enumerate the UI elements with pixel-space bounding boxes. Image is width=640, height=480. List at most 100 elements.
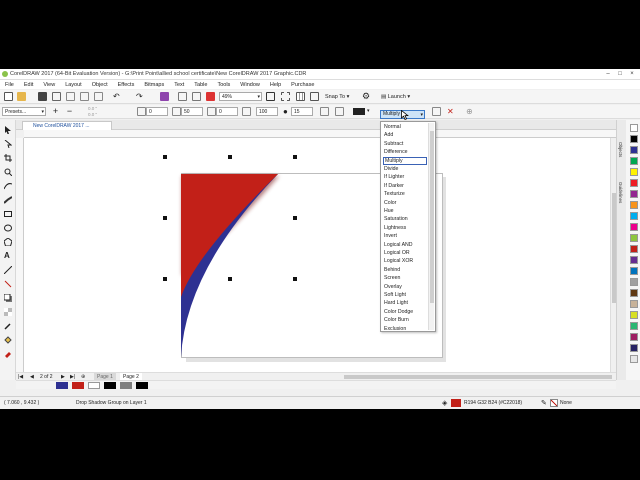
palette-swatch[interactable] — [630, 355, 638, 363]
open-folder-icon[interactable] — [17, 92, 26, 101]
add-preset-icon[interactable]: + — [51, 107, 60, 116]
gear-icon[interactable]: ⚙ — [362, 92, 371, 101]
shadow-fade-input[interactable]: 15 — [291, 107, 313, 116]
menu-object[interactable]: Object — [87, 82, 113, 88]
menu-window[interactable]: Window — [235, 82, 265, 88]
document-palette-swatch[interactable] — [56, 382, 68, 389]
artwork[interactable] — [176, 169, 286, 359]
print-icon[interactable] — [52, 92, 61, 101]
blend-mode-option-logical-xor[interactable]: Logical XOR — [383, 257, 427, 265]
remove-preset-icon[interactable]: − — [65, 107, 74, 116]
document-palette-swatch[interactable] — [104, 382, 116, 389]
blend-mode-option-logical-or[interactable]: Logical OR — [383, 249, 427, 257]
palette-swatch[interactable] — [630, 168, 638, 176]
palette-swatch[interactable] — [630, 223, 638, 231]
show-grid-icon[interactable] — [296, 92, 305, 101]
guidelines-docker-tab[interactable]: Guidelines — [618, 182, 623, 203]
blend-mode-option-color[interactable]: Color — [383, 199, 427, 207]
blend-mode-option-screen[interactable]: Screen — [383, 274, 427, 282]
show-guidelines-icon[interactable] — [310, 92, 319, 101]
close-button[interactable]: × — [626, 69, 638, 80]
menu-table[interactable]: Table — [189, 82, 212, 88]
blend-mode-option-lightness[interactable]: Lightness — [383, 224, 427, 232]
corel-connect-icon[interactable] — [160, 92, 169, 101]
menu-purchase[interactable]: Purchase — [286, 82, 319, 88]
shadow-angle-input[interactable]: 0 — [146, 107, 168, 116]
smart-fill-icon[interactable] — [4, 350, 12, 358]
palette-swatch[interactable] — [630, 278, 638, 286]
feather-direction-icon[interactable] — [242, 107, 251, 116]
horizontal-ruler[interactable] — [24, 130, 616, 138]
minimize-button[interactable]: – — [602, 69, 614, 80]
palette-swatch[interactable] — [630, 135, 638, 143]
blend-mode-option-normal[interactable]: Normal — [383, 123, 427, 131]
redo-icon[interactable]: ↷ — [136, 92, 145, 101]
palette-swatch[interactable] — [630, 289, 638, 297]
blend-mode-option-if-lighter[interactable]: If Lighter — [383, 173, 427, 181]
palette-swatch[interactable] — [630, 333, 638, 341]
text-tool-icon[interactable]: A — [4, 252, 12, 260]
import-icon[interactable] — [178, 92, 187, 101]
blend-mode-option-divide[interactable]: Divide — [383, 165, 427, 173]
menu-edit[interactable]: Edit — [19, 82, 38, 88]
palette-swatch[interactable] — [630, 201, 638, 209]
new-document-icon[interactable] — [4, 92, 13, 101]
blend-mode-option-soft-light[interactable]: Soft Light — [383, 291, 427, 299]
document-palette-swatch[interactable] — [88, 382, 100, 389]
snap-to-dropdown[interactable]: Snap To ▾ — [325, 93, 349, 101]
palette-swatch[interactable] — [630, 344, 638, 352]
menu-help[interactable]: Help — [265, 82, 286, 88]
connector-tool-icon[interactable] — [4, 280, 12, 288]
transparency-tool-icon[interactable] — [4, 308, 12, 316]
palette-swatch[interactable] — [630, 322, 638, 330]
outline-color-swatch[interactable] — [550, 399, 558, 407]
blend-mode-option-saturation[interactable]: Saturation — [383, 215, 427, 223]
undo-icon[interactable]: ↶ — [113, 92, 122, 101]
parallel-dimension-icon[interactable] — [3, 265, 13, 275]
palette-swatch[interactable] — [630, 311, 638, 319]
cut-icon[interactable] — [66, 92, 75, 101]
show-rulers-icon[interactable] — [281, 92, 290, 101]
blend-mode-option-color-dodge[interactable]: Color Dodge — [383, 308, 427, 316]
menu-effects[interactable]: Effects — [113, 82, 140, 88]
dropdown-scroll-thumb[interactable] — [430, 131, 434, 303]
export-icon[interactable] — [192, 92, 201, 101]
menu-bitmaps[interactable]: Bitmaps — [139, 82, 169, 88]
rectangle-tool-icon[interactable] — [4, 210, 12, 218]
copy-shadow-icon[interactable] — [320, 107, 329, 116]
shadow-offset-y[interactable]: 0.0 " — [88, 112, 97, 118]
blend-mode-option-subtract[interactable]: Subtract — [383, 140, 427, 148]
publish-pdf-icon[interactable] — [206, 92, 215, 101]
palette-swatch[interactable] — [630, 212, 638, 220]
document-tab[interactable]: New CorelDRAW 2017 ... — [22, 121, 112, 130]
freehand-tool-icon[interactable] — [3, 182, 13, 190]
palette-swatch[interactable] — [630, 267, 638, 275]
document-palette-swatch[interactable] — [120, 382, 132, 389]
launch-dropdown[interactable]: ▤ Launch ▾ — [381, 93, 410, 101]
palette-swatch[interactable] — [630, 157, 638, 165]
blend-mode-option-logical-and[interactable]: Logical AND — [383, 241, 427, 249]
palette-swatch[interactable] — [630, 190, 638, 198]
blend-mode-option-multiply[interactable]: Multiply — [383, 156, 427, 165]
palette-swatch[interactable] — [630, 245, 638, 253]
crop-tool-icon[interactable] — [4, 154, 12, 162]
shape-tool-icon[interactable] — [4, 139, 13, 149]
paste-icon[interactable] — [94, 92, 103, 101]
blend-mode-option-difference[interactable]: Difference — [383, 148, 427, 156]
zoom-tool-icon[interactable] — [4, 168, 13, 177]
add-target-icon[interactable]: ⊕ — [466, 107, 475, 116]
dropdown-scrollbar[interactable] — [428, 123, 434, 330]
blend-mode-option-color-burn[interactable]: Color Burn — [383, 316, 427, 324]
interactive-fill-icon[interactable] — [4, 336, 12, 344]
blend-mode-option-if-darker[interactable]: If Darker — [383, 182, 427, 190]
full-screen-icon[interactable] — [266, 92, 275, 101]
menu-layout[interactable]: Layout — [60, 82, 87, 88]
blend-mode-option-exclusion[interactable]: Exclusion — [383, 325, 427, 333]
shadow-color-swatch[interactable] — [353, 108, 365, 115]
menu-text[interactable]: Text — [169, 82, 189, 88]
menu-view[interactable]: View — [38, 82, 60, 88]
objects-docker-tab[interactable]: Objects — [618, 142, 623, 157]
presets-select[interactable]: Presets... ▾ — [2, 107, 46, 116]
document-palette-swatch[interactable] — [136, 382, 148, 389]
palette-swatch[interactable] — [630, 146, 638, 154]
